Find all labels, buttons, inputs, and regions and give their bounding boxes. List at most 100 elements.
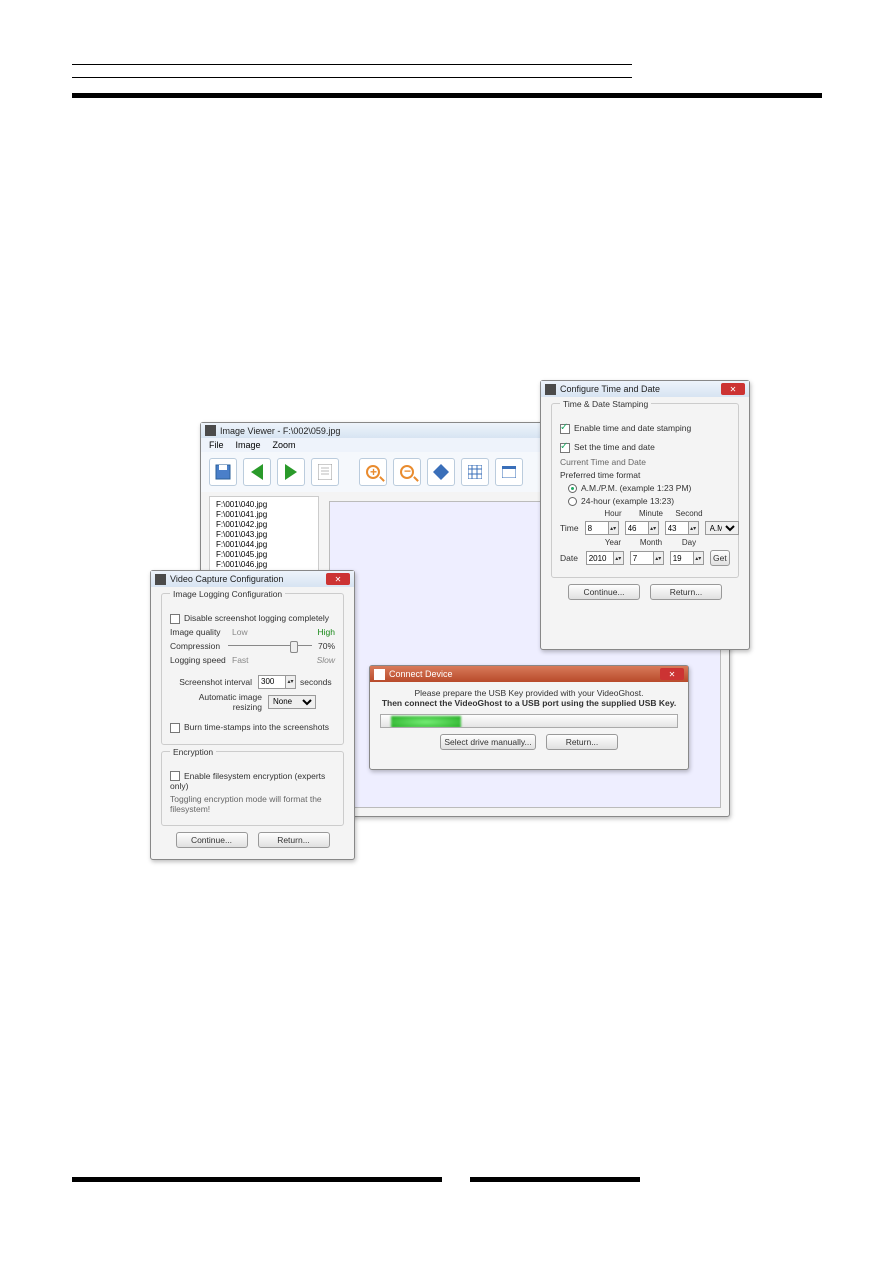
window-title: Image Viewer - F:\002\059.jpg [220, 426, 340, 436]
radio-24h[interactable] [568, 497, 577, 506]
label-current: Current Time and Date [560, 457, 730, 467]
label-high: High [318, 627, 335, 637]
list-item[interactable]: F:\001\042.jpg [216, 520, 312, 530]
list-item[interactable]: F:\001\043.jpg [216, 530, 312, 540]
list-item[interactable]: F:\001\040.jpg [216, 500, 312, 510]
close-icon[interactable]: ✕ [721, 383, 745, 395]
label-time: Time [560, 523, 579, 533]
checkbox-burn-timestamps[interactable] [170, 723, 180, 733]
instruction-1: Please prepare the USB Key provided with… [380, 688, 678, 698]
label-seconds: seconds [300, 677, 332, 687]
grid-icon[interactable] [461, 458, 489, 486]
titlebar-connect: Connect Device ✕ [370, 666, 688, 682]
save-icon[interactable] [209, 458, 237, 486]
window-connect-device: Connect Device ✕ Please prepare the USB … [369, 665, 689, 770]
page-icon[interactable] [311, 458, 339, 486]
prev-icon[interactable] [243, 458, 271, 486]
window-title: Configure Time and Date [560, 384, 660, 394]
minute-field[interactable]: ▴▾ [625, 521, 659, 535]
get-button[interactable]: Get [710, 550, 730, 566]
titlebar-video-capture: Video Capture Configuration ✕ [151, 571, 354, 587]
label-low: Low [232, 627, 248, 637]
zoom-in-icon[interactable] [359, 458, 387, 486]
resize-select[interactable]: None [268, 695, 316, 709]
col-hour: Hour [598, 509, 628, 518]
zoom-out-icon[interactable] [393, 458, 421, 486]
checkbox-enable-encryption[interactable] [170, 771, 180, 781]
close-icon[interactable]: ✕ [660, 668, 684, 680]
group-label: Image Logging Configuration [170, 589, 285, 599]
col-day: Day [674, 538, 704, 547]
window-title: Video Capture Configuration [170, 574, 283, 584]
figure-container: Image Viewer - F:\002\059.jpg File Image… [150, 380, 750, 870]
window-time-date: Configure Time and Date ✕ Time & Date St… [540, 380, 750, 650]
file-list[interactable]: F:\001\040.jpg F:\001\041.jpg F:\001\042… [209, 496, 319, 574]
titlebar-time-date: Configure Time and Date ✕ [541, 381, 749, 397]
col-second: Second [674, 509, 704, 518]
continue-button[interactable]: Continue... [568, 584, 640, 600]
list-item[interactable]: F:\001\045.jpg [216, 550, 312, 560]
label-date: Date [560, 553, 580, 563]
fit-icon[interactable] [427, 458, 455, 486]
return-button[interactable]: Return... [546, 734, 618, 750]
second-field[interactable]: ▴▾ [665, 521, 699, 535]
close-icon[interactable]: ✕ [326, 573, 350, 585]
label-compression: Compression [170, 641, 228, 651]
app-icon [205, 425, 216, 436]
col-month: Month [636, 538, 666, 547]
label-slow: Slow [317, 655, 335, 665]
col-minute: Minute [636, 509, 666, 518]
group-label: Time & Date Stamping [560, 399, 651, 409]
day-field[interactable]: ▴▾ [670, 551, 704, 565]
next-icon[interactable] [277, 458, 305, 486]
select-drive-button[interactable]: Select drive manually... [440, 734, 536, 750]
app-icon [545, 384, 556, 395]
label-quality: Image quality [170, 627, 232, 637]
label-resize: Automatic image resizing [170, 692, 268, 712]
checkbox-label: Disable screenshot logging completely [184, 613, 329, 623]
return-button[interactable]: Return... [650, 584, 722, 600]
radio-label: A.M./P.M. (example 1:23 PM) [581, 483, 691, 493]
col-year: Year [598, 538, 628, 547]
checkbox-label: Set the time and date [574, 442, 655, 452]
checkbox-label: Enable filesystem encryption (experts on… [170, 771, 325, 792]
radio-label: 24-hour (example 13:23) [581, 496, 674, 506]
group-logging: Image Logging Configuration Disable scre… [161, 593, 344, 745]
instruction-2: Then connect the VideoGhost to a USB por… [380, 698, 678, 708]
checkbox-label: Burn time-stamps into the screenshots [184, 722, 329, 732]
app-icon [155, 574, 166, 585]
hour-field[interactable]: ▴▾ [585, 521, 619, 535]
progress-bar [380, 714, 678, 728]
continue-button[interactable]: Continue... [176, 832, 248, 848]
interval-field[interactable]: ▴▾ [258, 675, 296, 689]
window-video-capture: Video Capture Configuration ✕ Image Logg… [150, 570, 355, 860]
label-preferred: Preferred time format [560, 470, 730, 480]
window-icon[interactable] [495, 458, 523, 486]
group-label: Encryption [170, 747, 216, 757]
app-icon [374, 669, 385, 680]
label-pct: 70% [318, 641, 335, 651]
return-button[interactable]: Return... [258, 832, 330, 848]
group-encryption: Encryption Enable filesystem encryption … [161, 751, 344, 827]
label-interval: Screenshot interval [170, 677, 258, 687]
label-warning: Toggling encryption mode will format the… [170, 794, 335, 814]
group-stamping: Time & Date Stamping Enable time and dat… [551, 403, 739, 578]
list-item[interactable]: F:\001\046.jpg [216, 560, 312, 570]
label-speed: Logging speed [170, 655, 232, 665]
label-fast: Fast [232, 655, 249, 665]
menu-image[interactable]: Image [236, 440, 261, 450]
menu-zoom[interactable]: Zoom [273, 440, 296, 450]
checkbox-enable-stamping[interactable] [560, 424, 570, 434]
year-field[interactable]: ▴▾ [586, 551, 624, 565]
ampm-select[interactable]: A.M. [705, 521, 739, 535]
list-item[interactable]: F:\001\041.jpg [216, 510, 312, 520]
menu-file[interactable]: File [209, 440, 224, 450]
checkbox-label: Enable time and date stamping [574, 423, 691, 433]
checkbox-disable-logging[interactable] [170, 614, 180, 624]
radio-ampm[interactable] [568, 484, 577, 493]
window-title: Connect Device [389, 669, 453, 679]
month-field[interactable]: ▴▾ [630, 551, 664, 565]
checkbox-set-time[interactable] [560, 443, 570, 453]
list-item[interactable]: F:\001\044.jpg [216, 540, 312, 550]
compression-slider[interactable] [228, 640, 312, 652]
